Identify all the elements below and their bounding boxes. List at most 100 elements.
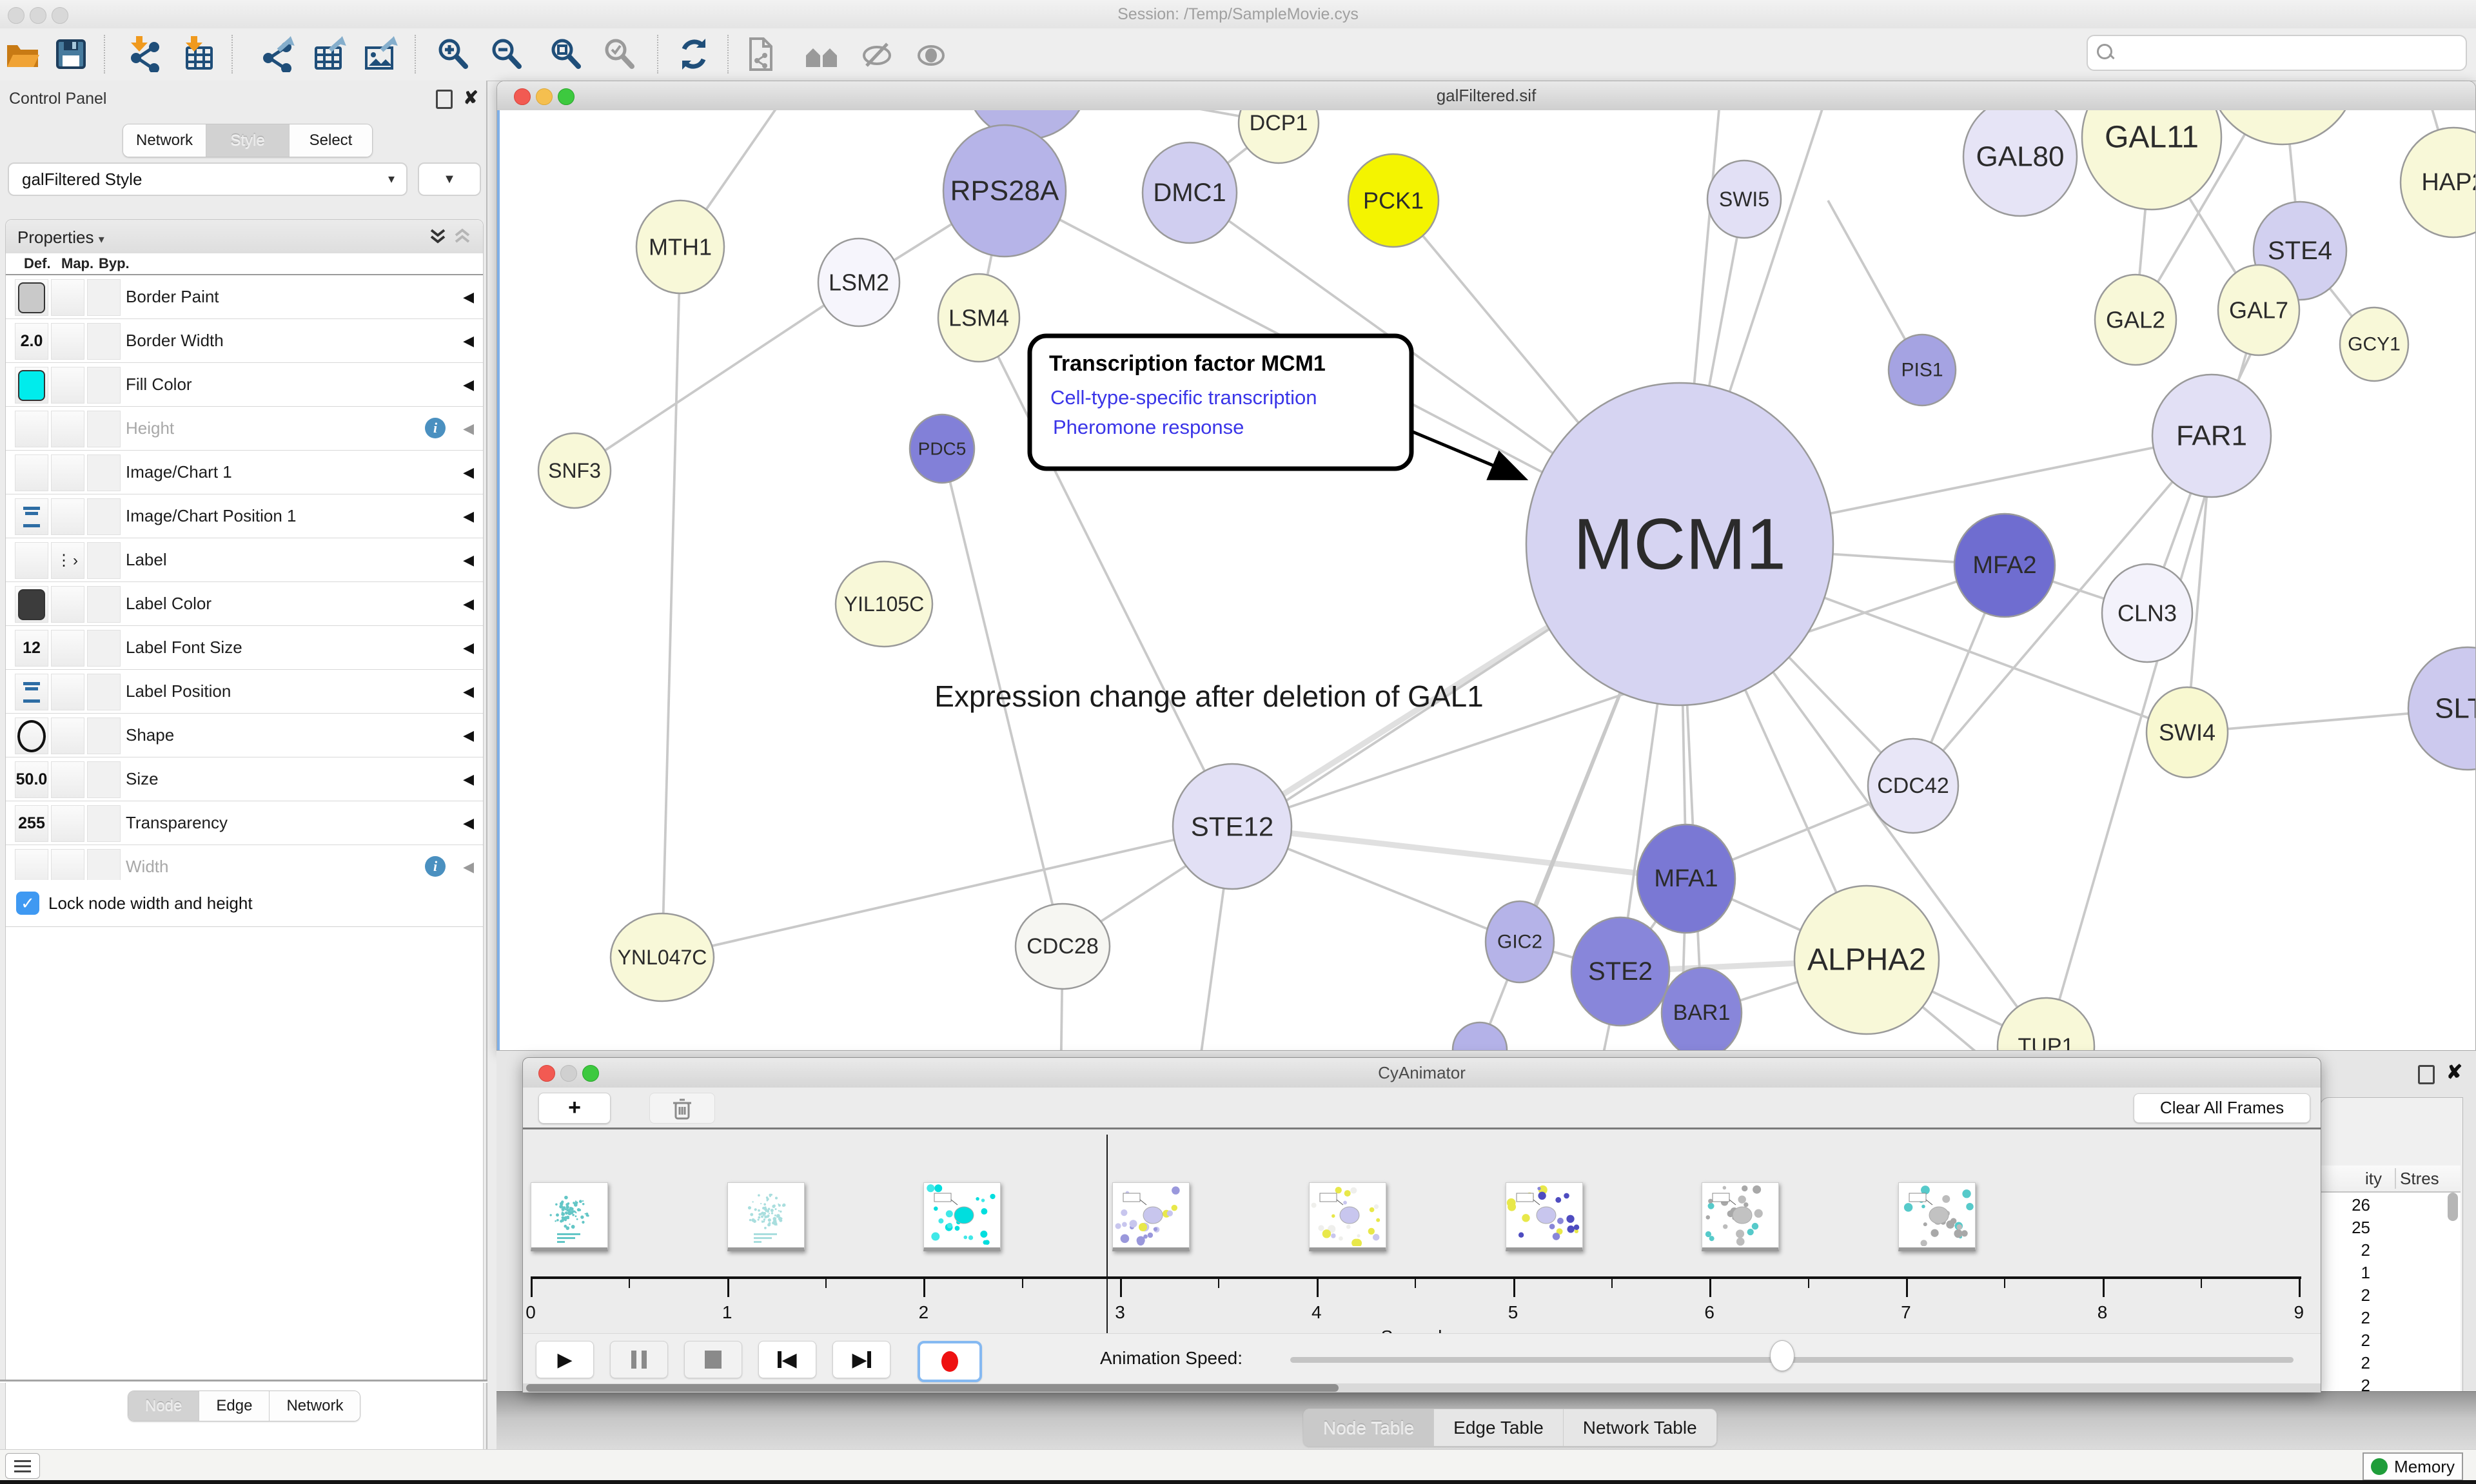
bypass-cell[interactable] bbox=[87, 630, 121, 667]
window-zoom-icon[interactable] bbox=[52, 7, 68, 24]
bypass-cell[interactable] bbox=[87, 542, 121, 579]
table-vertical-scrollbar[interactable] bbox=[2448, 1193, 2458, 1221]
network-node-BAR1[interactable]: BAR1 bbox=[1662, 968, 1742, 1050]
window-minimize-icon[interactable] bbox=[560, 1065, 577, 1082]
network-node-HAP2[interactable]: HAP2 bbox=[2401, 128, 2475, 237]
property-row-transparency[interactable]: 255Transparency◀ bbox=[6, 801, 483, 845]
network-node-MCM1[interactable]: MCM1 bbox=[1526, 383, 1833, 705]
network-node-SWI4[interactable]: SWI4 bbox=[2147, 687, 2228, 777]
network-node-RPS28A[interactable]: RPS28A bbox=[943, 125, 1066, 257]
collapse-all-icon[interactable] bbox=[429, 228, 447, 246]
expand-property-icon[interactable]: ◀ bbox=[463, 494, 474, 538]
properties-header[interactable]: Properties ▾ bbox=[6, 220, 483, 254]
network-node-STE12[interactable]: STE12 bbox=[1173, 764, 1292, 889]
table-cell-value[interactable]: 1 bbox=[2319, 1263, 2370, 1283]
network-canvas[interactable]: DCP1RPS28ADMC1PCK1SWI5GAL80GAL11STE4HAP2… bbox=[497, 110, 2475, 1050]
window-minimize-icon[interactable] bbox=[536, 88, 553, 105]
table-column-header[interactable]: ity bbox=[2365, 1169, 2382, 1189]
tab-network[interactable]: Network bbox=[270, 1391, 360, 1421]
skip-to-end-button[interactable]: ▶ bbox=[832, 1341, 890, 1378]
default-value-cell[interactable] bbox=[15, 279, 48, 316]
zoom-fit-icon[interactable] bbox=[548, 36, 584, 72]
tab-network[interactable]: Network bbox=[123, 124, 206, 157]
bypass-cell[interactable] bbox=[87, 279, 121, 316]
cyanimator-titlebar[interactable]: CyAnimator bbox=[523, 1058, 2321, 1088]
window-zoom-icon[interactable] bbox=[582, 1065, 599, 1082]
node-table[interactable]: ity Stres 26252122222 bbox=[2321, 1166, 2461, 1391]
property-row-label-font-size[interactable]: 12Label Font Size◀ bbox=[6, 626, 483, 670]
bypass-cell[interactable] bbox=[87, 718, 121, 754]
tab-select[interactable]: Select bbox=[290, 124, 372, 157]
default-value-cell[interactable] bbox=[15, 454, 48, 491]
mapping-cell[interactable] bbox=[51, 674, 84, 710]
expand-property-icon[interactable]: ◀ bbox=[463, 275, 474, 318]
mapping-cell[interactable] bbox=[51, 630, 84, 667]
export-network-icon[interactable] bbox=[259, 36, 295, 72]
network-window-titlebar[interactable]: galFiltered.sif bbox=[497, 81, 2475, 111]
default-value-cell[interactable] bbox=[15, 411, 48, 447]
bypass-cell[interactable] bbox=[87, 586, 121, 623]
table-cell-value[interactable]: 2 bbox=[2319, 1353, 2370, 1373]
network-edge[interactable] bbox=[575, 282, 859, 471]
property-row-label[interactable]: ⋮›Label◀ bbox=[6, 538, 483, 582]
mapping-cell[interactable] bbox=[51, 454, 84, 491]
table-column-header[interactable]: Stres bbox=[2400, 1169, 2439, 1189]
timeline-frame-7[interactable] bbox=[1898, 1182, 1976, 1251]
add-frame-button[interactable]: + bbox=[538, 1093, 611, 1124]
timeline-frame-5[interactable] bbox=[1506, 1182, 1583, 1251]
expand-property-icon[interactable]: ◀ bbox=[463, 757, 474, 801]
timeline[interactable]: 0123456789 Seconds bbox=[523, 1129, 2321, 1333]
tab-style[interactable]: Style bbox=[206, 124, 290, 157]
zoom-selected-icon[interactable] bbox=[602, 36, 638, 72]
canvas-caption[interactable]: Expression change after deletion of GAL1 bbox=[934, 679, 1484, 713]
bypass-cell[interactable] bbox=[87, 805, 121, 842]
network-node-unlabeled[interactable] bbox=[1453, 1022, 1507, 1050]
network-node-CDC28[interactable]: CDC28 bbox=[1016, 904, 1110, 989]
close-panel-icon[interactable]: ✘ bbox=[2446, 1061, 2462, 1084]
lock-size-row[interactable]: ✓ Lock node width and height bbox=[6, 880, 483, 927]
hide-selected-icon[interactable] bbox=[859, 36, 895, 72]
annotation-link[interactable]: Pheromone response bbox=[1053, 416, 1244, 438]
network-node-LSM4[interactable]: LSM4 bbox=[938, 274, 1019, 362]
network-node-PIS1[interactable]: PIS1 bbox=[1889, 335, 1956, 405]
close-panel-icon[interactable]: ✘ bbox=[464, 87, 478, 108]
checkbox-checked-icon[interactable]: ✓ bbox=[16, 892, 39, 915]
network-node-SWI5[interactable]: SWI5 bbox=[1707, 161, 1781, 238]
default-value-cell[interactable]: 2.0 bbox=[15, 323, 48, 360]
network-node-MFA2[interactable]: MFA2 bbox=[1954, 514, 2055, 617]
style-selector[interactable]: galFiltered Style ▾ bbox=[8, 162, 408, 196]
bypass-cell[interactable] bbox=[87, 411, 121, 447]
default-value-cell[interactable] bbox=[15, 674, 48, 710]
network-node-FAR1[interactable]: FAR1 bbox=[2152, 375, 2271, 497]
window-close-icon[interactable] bbox=[514, 88, 531, 105]
property-row-shape[interactable]: Shape◀ bbox=[6, 714, 483, 757]
table-cell-value[interactable]: 25 bbox=[2319, 1218, 2370, 1238]
default-value-cell[interactable] bbox=[15, 367, 48, 404]
property-row-border-paint[interactable]: Border Paint◀ bbox=[6, 275, 483, 319]
annotation-box[interactable]: Transcription factor MCM1Cell-type-speci… bbox=[1030, 336, 1411, 469]
style-options-button[interactable]: ▼ bbox=[418, 162, 481, 196]
info-icon[interactable]: i bbox=[425, 418, 446, 438]
tab-edge[interactable]: Edge bbox=[199, 1391, 270, 1421]
animation-speed-thumb[interactable] bbox=[1770, 1340, 1794, 1371]
network-node-CDC42[interactable]: CDC42 bbox=[1868, 739, 1958, 833]
import-table-icon[interactable] bbox=[182, 36, 218, 72]
property-row-label-position[interactable]: Label Position◀ bbox=[6, 670, 483, 714]
network-edge[interactable] bbox=[662, 247, 680, 957]
window-close-icon[interactable] bbox=[8, 7, 25, 24]
network-node-GAL11[interactable]: GAL11 bbox=[2082, 110, 2221, 210]
default-value-cell[interactable] bbox=[15, 542, 48, 579]
expand-property-icon[interactable]: ◀ bbox=[463, 670, 474, 713]
expand-property-icon[interactable]: ◀ bbox=[463, 407, 474, 450]
column-divider[interactable] bbox=[2395, 1168, 2396, 1189]
skip-to-start-button[interactable]: ◀ bbox=[758, 1341, 816, 1378]
mapping-cell[interactable] bbox=[51, 718, 84, 754]
import-network-icon[interactable] bbox=[127, 36, 163, 72]
bypass-cell[interactable] bbox=[87, 323, 121, 360]
default-value-cell[interactable]: 12 bbox=[15, 630, 48, 667]
default-value-cell[interactable] bbox=[15, 498, 48, 535]
expand-property-icon[interactable]: ◀ bbox=[463, 538, 474, 581]
property-row-border-width[interactable]: 2.0Border Width◀ bbox=[6, 319, 483, 363]
tab-edge-table[interactable]: Edge Table bbox=[1434, 1409, 1564, 1446]
expand-property-icon[interactable]: ◀ bbox=[463, 801, 474, 845]
